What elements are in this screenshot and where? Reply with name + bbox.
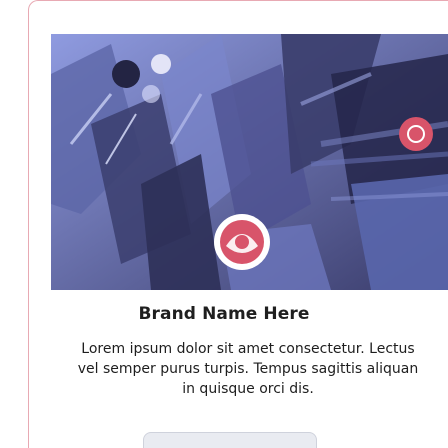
- brand-card: Brand Name Here Lorem ipsum dolor sit am…: [0, 0, 448, 448]
- brand-description-line: in quisque orci dis.: [182, 381, 314, 397]
- brand-description: Lorem ipsum dolor sit amet consectetur. …: [28, 339, 448, 399]
- brand-description-line: Lorem ipsum dolor sit amet consectetur. …: [81, 341, 415, 357]
- hero-image: [51, 34, 448, 290]
- brand-name-heading: Brand Name Here: [138, 304, 310, 324]
- brand-logo-icon: [214, 214, 270, 270]
- cta-button[interactable]: [143, 432, 317, 448]
- brand-description-line: vel semper purus turpis. Tempus sagittis…: [77, 361, 419, 377]
